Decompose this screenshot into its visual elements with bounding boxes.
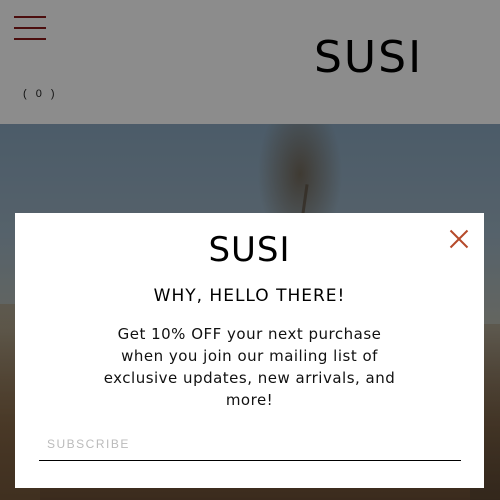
modal-heading: WHY, HELLO THERE! (153, 286, 346, 306)
subscribe-email-input[interactable] (39, 427, 461, 461)
newsletter-modal: SUSI WHY, HELLO THERE! Get 10% OFF your … (15, 213, 484, 488)
modal-logo: SUSI (208, 230, 291, 270)
modal-body-text: Get 10% OFF your next purchase when you … (103, 325, 396, 409)
page: SUSI ( 0 ) SUSI WHY, HELLO THERE! Get 10… (0, 0, 500, 500)
